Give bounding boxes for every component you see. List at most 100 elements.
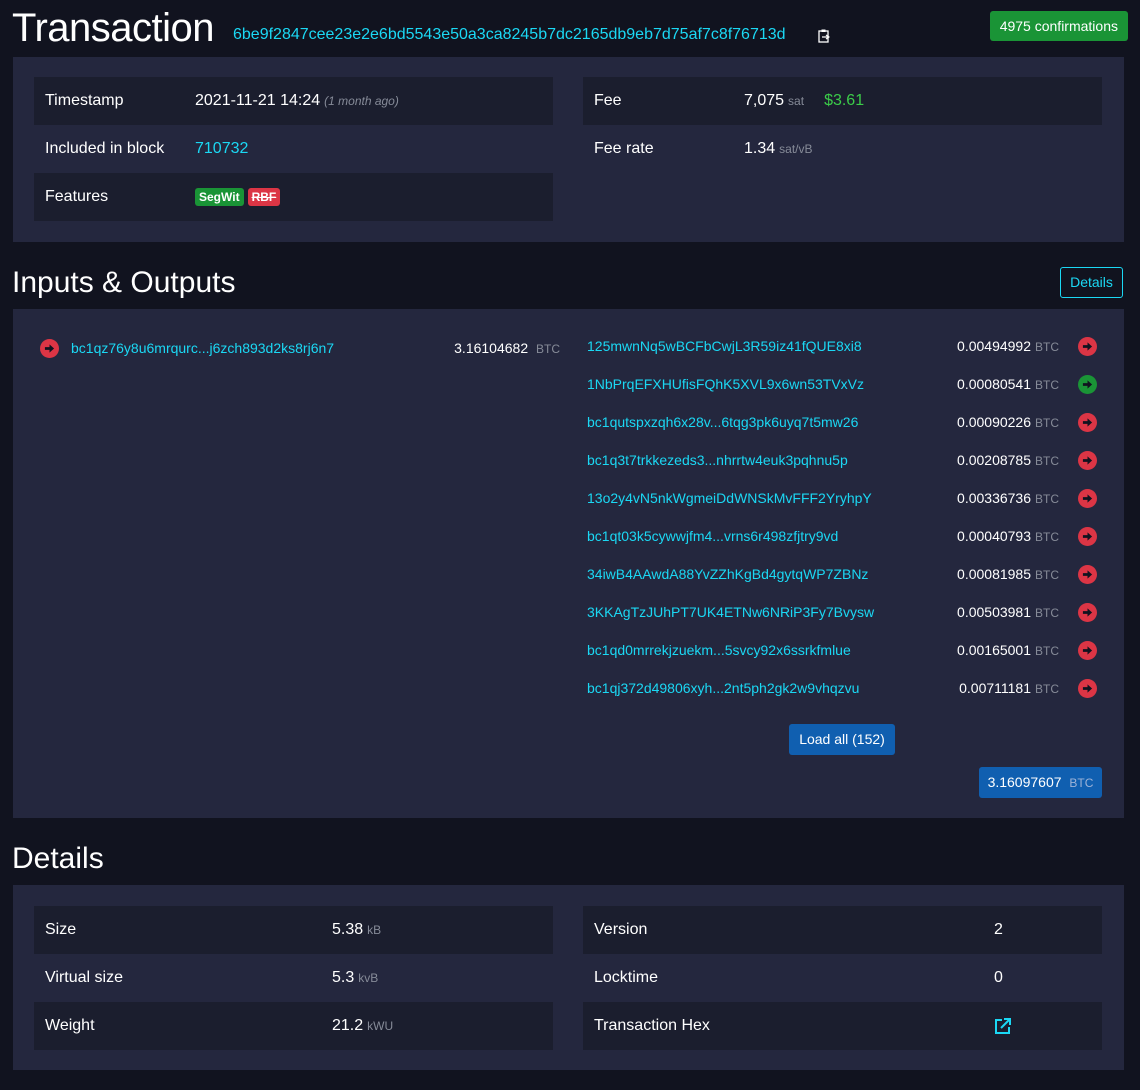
output-amount: 0.00711181	[959, 680, 1031, 696]
total-unit: BTC	[1069, 776, 1094, 790]
total-amount: 3.16097607	[987, 774, 1062, 790]
output-unit: BTC	[1035, 492, 1059, 506]
copy-icon[interactable]	[818, 29, 830, 43]
output-amount: 0.00090226	[957, 414, 1031, 430]
features-row: Features SegWit RBF	[34, 173, 553, 221]
tx-hex-label: Transaction Hex	[594, 1017, 710, 1034]
page-header: Transaction 6be9f2847cee23e2e6bd5543e50a…	[12, 0, 1128, 56]
output-unit: BTC	[1035, 378, 1059, 392]
tx-hex-row: Transaction Hex	[583, 1002, 1102, 1050]
output-address[interactable]: bc1qd0mrrekjzuekm...5svcy92x6ssrkfmlue	[587, 642, 851, 658]
output-address[interactable]: 34iwB4AAwdA88YvZZhKgBd4gytqWP7ZBNz	[587, 566, 868, 582]
confirmations-badge: 4975 confirmations	[989, 11, 1128, 41]
output-arrow-icon[interactable]	[1078, 565, 1097, 584]
size-row: Size 5.38 kB	[34, 906, 553, 954]
vsize-value: 5.3	[332, 969, 355, 986]
segwit-badge: SegWit	[195, 188, 244, 206]
vsize-unit: kvB	[358, 971, 379, 985]
fee-rate-row: Fee rate 1.34 sat/vB	[583, 125, 1102, 173]
size-label: Size	[45, 921, 77, 938]
details-toggle-button[interactable]: Details	[1060, 267, 1123, 298]
output-arrow-icon[interactable]	[1078, 451, 1097, 470]
output-amount: 0.00081985	[957, 566, 1031, 582]
load-all-button[interactable]: Load all (152)	[789, 724, 895, 755]
output-row: 13o2y4vN5nkWgmeiDdWNSkMvFFF2YryhpY 0.0033…	[587, 480, 1097, 518]
output-arrow-icon[interactable]	[1078, 375, 1097, 394]
vsize-row: Virtual size 5.3 kvB	[34, 954, 553, 1002]
output-arrow-icon[interactable]	[1078, 527, 1097, 546]
size-value: 5.38	[332, 921, 364, 938]
weight-value: 21.2	[332, 1017, 364, 1034]
locktime-label: Locktime	[594, 969, 659, 986]
details-left: Size 5.38 kB Virtual size 5.3 kvB Weight 2…	[34, 906, 553, 1050]
io-title: Inputs & Outputs	[12, 266, 236, 299]
fee-row: Fee 7,075 sat $3.61	[583, 77, 1102, 125]
size-unit: kB	[367, 923, 382, 937]
fee-rate-unit: sat/vB	[779, 142, 813, 156]
block-row: Included in block 710732	[34, 125, 553, 173]
fee-value: 7,075	[744, 92, 785, 109]
output-row: bc1qd0mrrekjzuekm...5svcy92x6ssrkfmlue 0.…	[587, 632, 1097, 670]
fee-rate-label: Fee rate	[594, 140, 654, 157]
output-arrow-icon[interactable]	[1078, 337, 1097, 356]
output-address[interactable]: bc1qt03k5cywwjfm4...vrns6r498zfjtry9vd	[587, 528, 838, 544]
output-arrow-icon[interactable]	[1078, 603, 1097, 622]
details-box: Size 5.38 kB Virtual size 5.3 kvB Weight 2…	[13, 885, 1124, 1070]
output-arrow-icon[interactable]	[1078, 679, 1097, 698]
output-amount: 0.00336736	[957, 490, 1031, 506]
version-row: Version 2	[583, 906, 1102, 954]
features-label: Features	[45, 188, 109, 205]
summary-box: Timestamp 2021-11-21 14:24 (1 month ago)…	[13, 57, 1124, 242]
output-address[interactable]: bc1qj372d49806xyh...2nt5ph2gk2w9vhqzvu	[587, 680, 859, 696]
output-address[interactable]: 3KKAgTzJUhPT7UK4ETNw6NRiP3Fy7Bvysw	[587, 604, 874, 620]
output-amount: 0.00040793	[957, 528, 1031, 544]
output-address[interactable]: 125mwnNq5wBCFbCwjL3R59iz41fQUE8xi8	[587, 338, 862, 354]
fee-fiat: $3.61	[824, 92, 865, 109]
output-row: 34iwB4AAwdA88YvZZhKgBd4gytqWP7ZBNz 0.0008…	[587, 556, 1097, 594]
output-address[interactable]: bc1qutspxzqh6x28v...6tqg3pk6uyq7t5mw26	[587, 414, 858, 430]
block-label: Included in block	[45, 140, 165, 157]
timestamp-row: Timestamp 2021-11-21 14:24 (1 month ago)	[34, 77, 553, 125]
output-unit: BTC	[1035, 454, 1059, 468]
txid-link[interactable]: 6be9f2847cee23e2e6bd5543e50a3ca8245b7dc2…	[233, 26, 786, 44]
timestamp-label: Timestamp	[45, 92, 124, 109]
output-amount: 0.00208785	[957, 452, 1031, 468]
output-amount: 0.00503981	[957, 604, 1031, 620]
details-right: Version 2 Locktime 0 Transaction Hex	[583, 906, 1102, 1050]
output-address[interactable]: 13o2y4vN5nkWgmeiDdWNSkMvFFF2YryhpY	[587, 490, 872, 506]
block-link[interactable]: 710732	[195, 140, 248, 158]
version-value: 2	[994, 921, 1003, 938]
output-row: 125mwnNq5wBCFbCwjL3R59iz41fQUE8xi8 0.0049…	[587, 328, 1097, 366]
total-output-badge: 3.16097607 BTC	[979, 767, 1102, 798]
output-arrow-icon[interactable]	[1078, 413, 1097, 432]
output-arrow-icon[interactable]	[1078, 641, 1097, 660]
locktime-value: 0	[994, 969, 1003, 986]
output-amount: 0.00080541	[957, 376, 1031, 392]
weight-unit: kWU	[367, 1019, 394, 1033]
output-unit: BTC	[1035, 606, 1059, 620]
output-row: 1NbPrqEFXHUfisFQhK5XVL9x6wn53TVxVz 0.0008…	[587, 366, 1097, 404]
input-address[interactable]: bc1qz76y8u6mrqurc...j6zch893d2ks8rj6n7	[71, 340, 334, 356]
input-amount: 3.16104682	[454, 340, 529, 356]
fee-rate-value: 1.34	[744, 140, 776, 157]
output-unit: BTC	[1035, 644, 1059, 658]
details-title: Details	[12, 842, 104, 875]
weight-label: Weight	[45, 1017, 95, 1034]
rbf-badge: RBF	[247, 188, 281, 206]
output-row: bc1q3t7trkkezeds3...nhrrtw4euk3pqhnu5p 0.…	[587, 442, 1097, 480]
output-row: bc1qt03k5cywwjfm4...vrns6r498zfjtry9vd 0.…	[587, 518, 1097, 556]
input-arrow-icon[interactable]	[40, 338, 59, 358]
output-arrow-icon[interactable]	[1078, 489, 1097, 508]
input-unit: BTC	[536, 342, 560, 356]
io-box: bc1qz76y8u6mrqurc...j6zch893d2ks8rj6n7 3…	[13, 309, 1124, 818]
vsize-label: Virtual size	[45, 969, 123, 986]
output-row: bc1qj372d49806xyh...2nt5ph2gk2w9vhqzvu 0.…	[587, 670, 1097, 708]
output-address[interactable]: bc1q3t7trkkezeds3...nhrrtw4euk3pqhnu5p	[587, 452, 848, 468]
output-address[interactable]: 1NbPrqEFXHUfisFQhK5XVL9x6wn53TVxVz	[587, 376, 864, 392]
summary-right: Fee 7,075 sat $3.61 Fee rate 1.34 sat/vB	[583, 77, 1102, 173]
timestamp-value: 2021-11-21 14:24	[195, 92, 321, 109]
output-amount: 0.00165001	[957, 642, 1031, 658]
fee-unit: sat	[788, 94, 805, 108]
external-link-icon[interactable]	[994, 1017, 1012, 1035]
locktime-row: Locktime 0	[583, 954, 1102, 1002]
